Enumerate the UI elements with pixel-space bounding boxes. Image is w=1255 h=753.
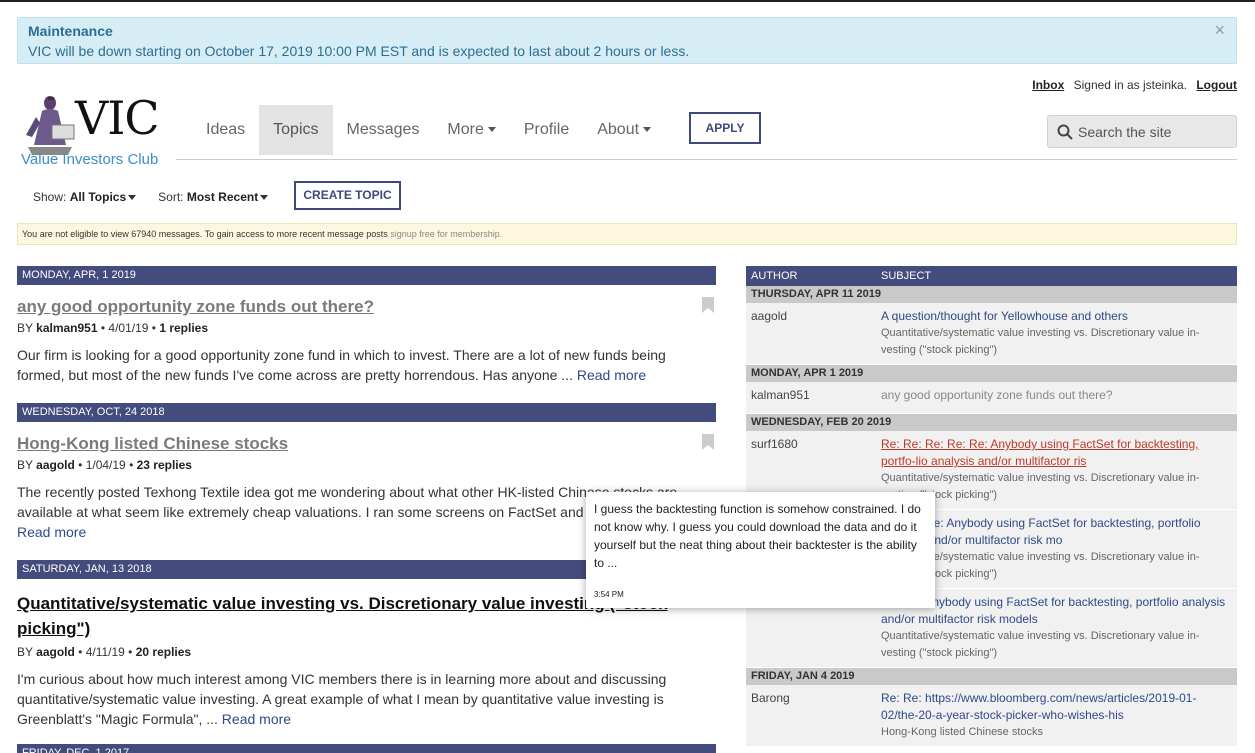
logout-link[interactable]: Logout [1196, 78, 1237, 92]
nav-about[interactable]: About [583, 105, 665, 155]
nav-divider [176, 159, 1237, 160]
logo-title: VIC [75, 91, 160, 145]
show-filter-value: All Topics [69, 190, 127, 204]
by-label: BY [17, 645, 33, 659]
topic-excerpt: I'm curious about how much interest amon… [17, 669, 716, 729]
show-filter[interactable]: Show: All Topics [33, 190, 137, 204]
message-author: aagold [751, 309, 788, 323]
group-day-header: FRIDAY, JAN 4 2019 [746, 668, 1237, 685]
sort-filter[interactable]: Sort: Most Recent [158, 190, 269, 204]
message-author: kalman951 [751, 388, 810, 402]
by-label: BY [17, 321, 33, 335]
nav-profile[interactable]: Profile [510, 105, 583, 155]
topic-date: • 4/01/19 • [100, 321, 156, 335]
chevron-down-icon [487, 127, 496, 133]
message-row[interactable]: Barong Re: Re: https://www.bloomberg.com… [746, 685, 1237, 747]
message-topic: Hong-Kong listed Chinese stocks [881, 726, 1044, 738]
investor-mascot-icon [26, 96, 75, 155]
read-more-link[interactable]: Read more [17, 524, 86, 540]
inbox-link[interactable]: Inbox [1032, 78, 1064, 92]
group-day-header: THURSDAY, APR 11 2019 [746, 286, 1237, 303]
message-subject[interactable]: A question/thought for Yellowhouse and o… [881, 308, 1227, 325]
chevron-down-icon [128, 195, 137, 201]
account-links: Inbox Signed in as jsteinka. Logout [1032, 78, 1237, 92]
apply-button[interactable]: APPLY [689, 112, 761, 144]
topic-author[interactable]: aagold [36, 645, 75, 659]
show-filter-label: Show: [33, 190, 67, 204]
nav-topics-label: Topics [273, 121, 319, 138]
topic-title[interactable]: any good opportunity zone funds out ther… [17, 297, 716, 317]
chevron-down-icon [260, 195, 269, 201]
sort-filter-value: Most Recent [186, 190, 259, 204]
alert-title: Maintenance [28, 23, 113, 39]
chevron-down-icon [643, 127, 652, 133]
bookmark-icon[interactable] [702, 297, 714, 313]
message-author: Barong [751, 691, 790, 705]
nav-ideas[interactable]: Ideas [192, 105, 259, 155]
excerpt-text: I'm curious about how much interest amon… [17, 671, 667, 727]
create-topic-button[interactable]: CREATE TOPIC [294, 181, 401, 210]
alert-body: VIC will be down starting on October 17,… [28, 43, 690, 59]
bookmark-icon[interactable] [702, 434, 714, 450]
eligibility-notice: You are not eligible to view 67940 messa… [17, 223, 1237, 245]
search-icon [1057, 124, 1073, 140]
topic-meta: BY aagold • 4/11/19 • 20 replies [17, 645, 716, 659]
topic-filters: Show: All Topics Sort: Most Recent [33, 190, 269, 204]
nav-ideas-label: Ideas [206, 121, 246, 138]
search-input[interactable] [1078, 116, 1228, 147]
message-subject[interactable]: Re: Re: Re: Re: Re: Anybody using FactSe… [881, 436, 1227, 470]
message-author: surf1680 [751, 437, 798, 451]
nav-about-label: About [597, 121, 640, 138]
close-icon[interactable]: × [1214, 20, 1225, 41]
col-author: AUTHOR [751, 270, 798, 282]
search-box[interactable] [1047, 115, 1237, 148]
read-more-link[interactable]: Read more [577, 367, 646, 383]
table-header: AUTHOR SUBJECT [746, 266, 1237, 286]
by-label: BY [17, 458, 33, 472]
site-logo[interactable]: VIC Value Investors Club [20, 91, 175, 170]
topic-title[interactable]: Hong-Kong listed Chinese stocks [17, 434, 716, 454]
topic-author[interactable]: aagold [36, 458, 75, 472]
read-more-link[interactable]: Read more [222, 711, 291, 727]
topic-meta: BY aagold • 1/04/19 • 23 replies [17, 458, 716, 472]
day-header: WEDNESDAY, OCT, 24 2018 [17, 403, 716, 422]
tooltip-time: 3:54 PM [594, 590, 624, 599]
tooltip-text: I guess the backtesting function is some… [594, 502, 921, 570]
topic-replies: 20 replies [135, 645, 192, 659]
day-header: MONDAY, APR, 1 2019 [17, 266, 716, 285]
topic-meta: BY kalman951 • 4/01/19 • 1 replies [17, 321, 716, 335]
message-subject[interactable]: Re: Re: https://www.bloomberg.com/news/a… [881, 690, 1227, 724]
notice-text: You are not eligible to view 67940 messa… [22, 229, 388, 239]
nav-profile-label: Profile [523, 121, 570, 138]
message-row[interactable]: kalman951 any good opportunity zone fund… [746, 382, 1237, 414]
main-nav: Ideas Topics Messages More Profile About [192, 105, 665, 155]
topic-replies: 1 replies [159, 321, 209, 335]
maintenance-alert: Maintenance VIC will be down starting on… [17, 17, 1237, 64]
nav-more[interactable]: More [433, 105, 509, 155]
excerpt-text: Our firm is looking for a good opportuni… [17, 347, 666, 383]
message-preview-tooltip: I guess the backtesting function is some… [586, 492, 935, 608]
topic-excerpt: Our firm is looking for a good opportuni… [17, 345, 716, 385]
nav-messages-label: Messages [346, 121, 420, 138]
col-subject: SUBJECT [881, 270, 932, 282]
group-day-header: MONDAY, APR 1 2019 [746, 365, 1237, 382]
group-day-header: WEDNESDAY, FEB 20 2019 [746, 414, 1237, 431]
nav-topics[interactable]: Topics [259, 105, 333, 155]
message-subject[interactable]: any good opportunity zone funds out ther… [881, 387, 1227, 404]
message-topic: Quantitative/systematic value investing … [881, 630, 1200, 659]
topic-date: • 1/04/19 • [78, 458, 134, 472]
day-header: FRIDAY, DEC, 1 2017 [17, 744, 716, 753]
signed-in-text: Signed in as jsteinka. [1073, 78, 1187, 92]
logo-subtitle: Value Investors Club [21, 151, 159, 168]
topic-replies: 23 replies [136, 458, 192, 472]
message-topic: Quantitative/systematic value investing … [881, 327, 1200, 356]
sort-filter-label: Sort: [158, 190, 184, 204]
signup-link[interactable]: signup free for membership. [390, 229, 502, 239]
message-row[interactable]: aagold A question/thought for Yellowhous… [746, 303, 1237, 365]
topic-date: • 4/11/19 • [78, 645, 133, 659]
nav-messages[interactable]: Messages [333, 105, 434, 155]
nav-more-label: More [447, 121, 484, 138]
topic-post: any good opportunity zone funds out ther… [17, 285, 716, 403]
topic-author[interactable]: kalman951 [36, 321, 97, 335]
